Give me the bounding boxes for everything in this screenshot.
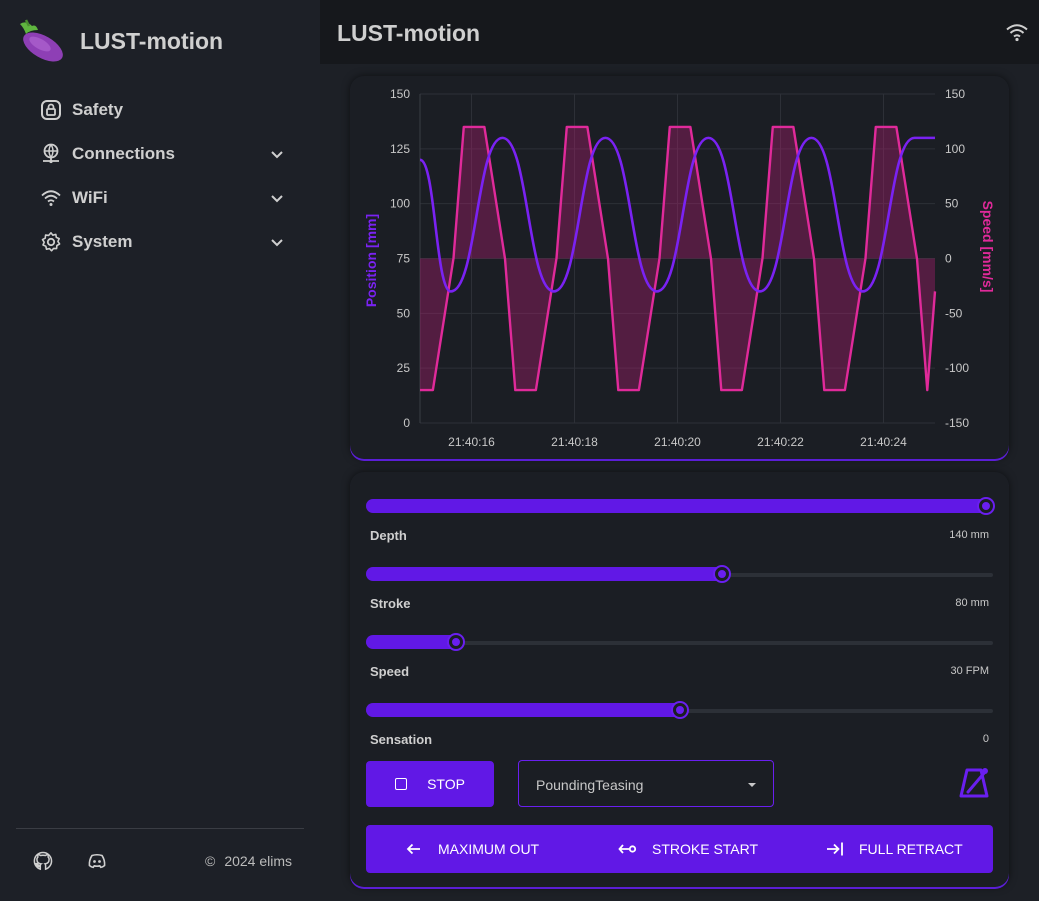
sidebar-item-label: System: [72, 232, 133, 251]
chevron-down-icon[interactable]: [268, 233, 286, 251]
chart-card: 0 25 50 75 100 125 150 -150 -100 -50 0 50 100 150 21:4…: [350, 76, 1009, 459]
stroke-start-button[interactable]: STROKE START: [618, 825, 758, 873]
sidebar-nav: Safety Connections WiFi System: [40, 88, 300, 264]
metronome-icon[interactable]: [956, 764, 992, 800]
slider-value: 30 FPM: [950, 665, 989, 677]
y2-tick-label: -150: [945, 416, 969, 430]
y2-tick-label: -100: [945, 361, 969, 375]
copyright-icon: ©: [205, 853, 216, 869]
lock-icon: [40, 99, 62, 121]
x-tick-label: 21:40:22: [757, 435, 804, 449]
y2-axis-title: Speed [mm/s]: [980, 201, 996, 293]
slider-fill: [366, 567, 730, 581]
slider-thumb[interactable]: [672, 703, 687, 717]
sidebar-divider: [16, 828, 304, 829]
slider-label: Speed: [370, 664, 410, 679]
y-tick-label: 125: [390, 142, 410, 156]
slider-label: Sensation: [370, 732, 433, 747]
y-tick-label: 75: [397, 252, 411, 266]
sidebar-item-label: WiFi: [72, 188, 108, 207]
slider-fill: [366, 499, 993, 513]
copyright-text: 2024 elims: [224, 853, 293, 869]
brand-title: LUST-motion: [80, 27, 224, 54]
caret-down-icon: [748, 783, 756, 787]
retract-icon: [825, 839, 845, 859]
action-label: FULL RETRACT: [859, 841, 963, 857]
slider-thumb[interactable]: [448, 635, 463, 649]
y2-tick-label: 100: [945, 142, 965, 156]
slider-label: Depth: [370, 528, 407, 543]
sidebar-item-connections[interactable]: Connections: [40, 132, 300, 176]
y-tick-label: 25: [397, 361, 411, 375]
slider-value: 0: [982, 733, 989, 745]
github-icon[interactable]: [33, 851, 53, 871]
stop-square-icon: [395, 778, 408, 790]
action-bar: MAXIMUM OUT STROKE START FULL RETRACT: [366, 825, 993, 873]
slider-thumb[interactable]: [979, 499, 993, 513]
slider-label: Stroke: [370, 596, 411, 611]
network-icon: [40, 143, 62, 165]
slider-fill: [366, 703, 687, 717]
slider-value: 140 mm: [949, 529, 989, 541]
y2-tick-label: 0: [945, 252, 952, 266]
y2-tick-label: -50: [945, 306, 963, 320]
slider-thumb[interactable]: [715, 567, 730, 581]
x-tick-label: 21:40:20: [654, 435, 701, 449]
wifi-icon: [40, 187, 62, 209]
maximum-out-button[interactable]: MAXIMUM OUT: [404, 825, 539, 873]
action-label: MAXIMUM OUT: [438, 841, 540, 857]
chevron-down-icon[interactable]: [268, 145, 286, 163]
stroke-start-icon: [618, 839, 638, 859]
brand[interactable]: LUST-motion: [16, 16, 223, 66]
y2-tick-label: 50: [945, 197, 959, 211]
motion-chart: 0 25 50 75 100 125 150 -150 -100 -50 0 50 100 150 21:4…: [363, 87, 996, 449]
page-title: LUST-motion: [337, 20, 481, 46]
full-retract-button[interactable]: FULL RETRACT: [825, 825, 963, 873]
eggplant-logo-icon: [20, 19, 63, 62]
pattern-select[interactable]: PoundingTeasing: [518, 760, 774, 807]
sidebar-item-label: Connections: [72, 144, 175, 163]
sidebar-item-system[interactable]: System: [40, 220, 300, 264]
y-tick-label: 150: [390, 87, 410, 101]
gear-icon: [40, 231, 62, 253]
pattern-selected-value: PoundingTeasing: [536, 777, 644, 793]
sidebar: LUST-motion Safety Connections WiFi Syst…: [0, 0, 320, 901]
sidebar-item-label: Safety: [72, 100, 124, 119]
sidebar-item-wifi[interactable]: WiFi: [40, 176, 300, 220]
sidebar-item-safety[interactable]: Safety: [40, 88, 300, 132]
arrow-left-icon: [404, 839, 424, 859]
x-tick-label: 21:40:18: [551, 435, 598, 449]
copyright: © 2024 elims: [205, 853, 292, 869]
stop-label: STOP: [427, 776, 465, 792]
stop-button[interactable]: STOP: [366, 761, 494, 807]
action-label: STROKE START: [652, 841, 759, 857]
top-bar: LUST-motion: [320, 0, 1039, 64]
slider-value: 80 mm: [955, 597, 989, 609]
y-tick-label: 100: [390, 197, 410, 211]
chevron-down-icon[interactable]: [268, 189, 286, 207]
wifi-icon[interactable]: [1005, 22, 1029, 42]
y-tick-label: 0: [403, 416, 410, 430]
x-tick-label: 21:40:24: [860, 435, 907, 449]
controls-card: Depth 140 mm Stroke 80 mm Speed 30 FPM S…: [350, 472, 1009, 887]
y-tick-label: 50: [397, 306, 411, 320]
y-axis-title: Position [mm]: [363, 214, 379, 307]
x-tick-label: 21:40:16: [448, 435, 495, 449]
discord-icon[interactable]: [87, 851, 107, 871]
y2-tick-label: 150: [945, 87, 965, 101]
